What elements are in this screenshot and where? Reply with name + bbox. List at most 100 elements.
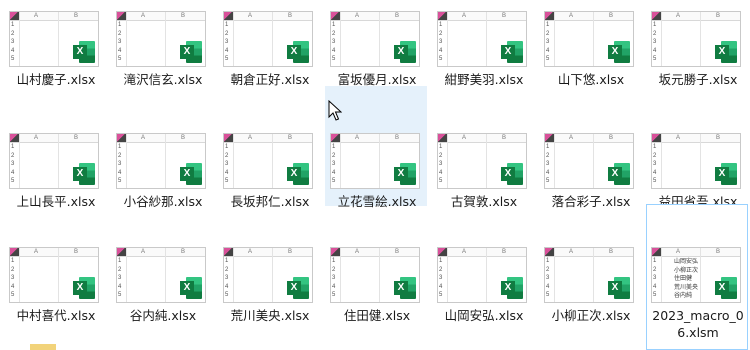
file-item[interactable]: A B 1 2 3 4 5 X 荒川美央.xlsx: [218, 238, 320, 346]
column-b-label: B: [502, 249, 507, 255]
column-a-label: A: [248, 135, 253, 141]
row-numbers: 1 2 3 4 5: [545, 257, 554, 300]
column-b-label: B: [609, 249, 614, 255]
file-item[interactable]: A B 1 2 3 4 5 X 山下悠.xlsx: [539, 2, 641, 110]
column-b-label: B: [288, 135, 293, 141]
row-number: 1: [653, 144, 657, 150]
file-item[interactable]: A B 1 2 3 4 5 X 中村喜代.xlsx: [4, 238, 106, 346]
row-number: 4: [546, 283, 550, 290]
gridline: [700, 12, 701, 66]
gridline: [661, 12, 662, 66]
row-number: 1: [118, 144, 122, 150]
column-b-label: B: [395, 13, 400, 19]
row-numbers: 1 2 3 4 5: [438, 257, 447, 300]
gridline: [554, 248, 555, 302]
select-all-corner: [10, 248, 19, 256]
gridline: [661, 134, 662, 188]
file-item[interactable]: A B 1 2 3 4 5 X 滝沢信玄.xlsx: [111, 2, 213, 110]
gridline: [340, 12, 341, 66]
gridline: [593, 248, 594, 302]
row-number: 2: [225, 30, 229, 37]
row-number: 3: [11, 275, 15, 281]
cell-value: 荒川美央: [674, 283, 699, 291]
row-number: 3: [332, 39, 336, 45]
file-item[interactable]: A B 1 2 3 4 5 X 坂元勝子.xlsx: [646, 2, 748, 110]
row-numbers: 1 2 3 4 5: [652, 21, 661, 64]
column-a-label: A: [355, 13, 360, 19]
row-number: 1: [11, 258, 15, 264]
column-header-row: [224, 12, 312, 21]
spreadsheet-thumbnail: A B 1 2 3 4 5 X: [651, 11, 741, 67]
row-numbers: 1 2 3 4 5: [652, 143, 661, 186]
column-header-row: [545, 134, 633, 143]
file-item[interactable]: A B 1 2 3 4 5 X 住田健.xlsx: [325, 238, 427, 346]
file-item[interactable]: A B 1 2 3 4 5 X 紺野美羽.xlsx: [432, 2, 534, 110]
row-number: 1: [332, 258, 336, 264]
row-numbers: 1 2 3 4 5: [331, 143, 340, 186]
excel-icon: X: [608, 163, 630, 185]
row-number: 3: [11, 39, 15, 45]
file-name: 中村喜代.xlsx: [16, 308, 96, 323]
row-number: 5: [653, 292, 657, 298]
excel-icon-letter: X: [180, 167, 194, 181]
column-b-label: B: [609, 13, 614, 19]
column-header-row: [438, 12, 526, 21]
column-b-label: B: [502, 13, 507, 19]
row-number: 1: [653, 22, 657, 28]
file-item[interactable]: A B 1 2 3 4 5 X 落合彩子.xlsx: [539, 124, 641, 232]
file-item[interactable]: A B 1 2 3 4 5 X 長坂邦仁.xlsx: [218, 124, 320, 232]
select-all-corner: [438, 12, 447, 20]
column-a-label: A: [141, 13, 146, 19]
row-number: 3: [225, 275, 229, 281]
row-number: 5: [11, 56, 15, 62]
row-number: 2: [546, 152, 550, 159]
row-number: 5: [332, 178, 336, 184]
column-b-label: B: [716, 249, 721, 255]
row-number: 4: [546, 47, 550, 54]
file-name: 2023_macro_06.xlsm: [652, 308, 744, 340]
column-b-label: B: [395, 135, 400, 141]
file-item[interactable]: A B 1 2 3 4 5 X 上山長平.xlsx: [4, 124, 106, 232]
spreadsheet-thumbnail: A B 1 2 3 4 5 X: [437, 133, 527, 189]
row-number: 5: [546, 292, 550, 298]
excel-icon-letter: X: [287, 167, 301, 181]
file-item[interactable]: A B 1 2 3 4 5 X 小谷紗那.xlsx: [111, 124, 213, 232]
select-all-corner: [652, 12, 661, 20]
spreadsheet-thumbnail: A B 1 2 3 4 5 X: [9, 247, 99, 303]
row-number: 5: [439, 292, 443, 298]
file-item[interactable]: A B 1 2 3 4 5 X 朝倉正好.xlsx: [218, 2, 320, 110]
spreadsheet-thumbnail: A B 1 2 3 4 5 X: [116, 133, 206, 189]
row-number: 4: [118, 169, 122, 176]
row-number: 4: [11, 283, 15, 290]
column-b-label: B: [181, 13, 186, 19]
file-item[interactable]: A B 1 2 3 4 5 X 山村慶子.xlsx: [4, 2, 106, 110]
gridline: [379, 134, 380, 188]
row-number: 3: [11, 161, 15, 167]
file-item[interactable]: A B 1 2 3 4 5 X 谷内純.xlsx: [111, 238, 213, 346]
row-numbers: 1 2 3 4 5: [331, 21, 340, 64]
file-item[interactable]: A B 1 2 3 4 5 X 山岡安弘.xlsx: [432, 238, 534, 346]
row-numbers: 1 2 3 4 5: [545, 143, 554, 186]
file-item[interactable]: A B 1 2 3 4 5 山岡安弘 小柳正次 住田健 荒川美央 谷内純 X 2023_macro_06.…: [646, 204, 748, 350]
spreadsheet-thumbnail: A B 1 2 3 4 5 X: [116, 11, 206, 67]
row-numbers: 1 2 3 4 5: [10, 143, 19, 186]
file-name: 小谷紗那.xlsx: [123, 194, 203, 209]
folder-icon-partial: [30, 344, 56, 350]
column-a-label: A: [34, 13, 39, 19]
file-name: 谷内純.xlsx: [129, 308, 197, 323]
file-item[interactable]: A B 1 2 3 4 5 X 小柳正次.xlsx: [539, 238, 641, 346]
column-a-label: A: [569, 135, 574, 141]
excel-icon: X: [73, 277, 95, 299]
excel-icon-letter: X: [715, 45, 729, 59]
gridline: [486, 248, 487, 302]
spreadsheet-thumbnail: A B 1 2 3 4 5 X: [330, 133, 420, 189]
gridline: [486, 12, 487, 66]
row-number: 2: [11, 30, 15, 37]
row-numbers: 1 2 3 4 5: [117, 257, 126, 300]
row-numbers: 1 2 3 4 5: [117, 21, 126, 64]
column-a-label: A: [248, 13, 253, 19]
file-item[interactable]: A B 1 2 3 4 5 X 古賀敦.xlsx: [432, 124, 534, 232]
gridline: [233, 12, 234, 66]
cell-value: 谷内純: [674, 292, 693, 299]
spreadsheet-thumbnail: A B 1 2 3 4 5 X: [330, 11, 420, 67]
